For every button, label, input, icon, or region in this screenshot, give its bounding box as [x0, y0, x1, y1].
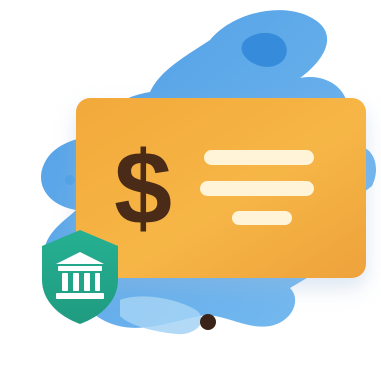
payment-card-artwork: $	[40, 10, 376, 335]
payment-illustration: $	[0, 0, 381, 376]
dollar-sign: $	[114, 131, 172, 247]
accent-dot	[200, 314, 216, 330]
